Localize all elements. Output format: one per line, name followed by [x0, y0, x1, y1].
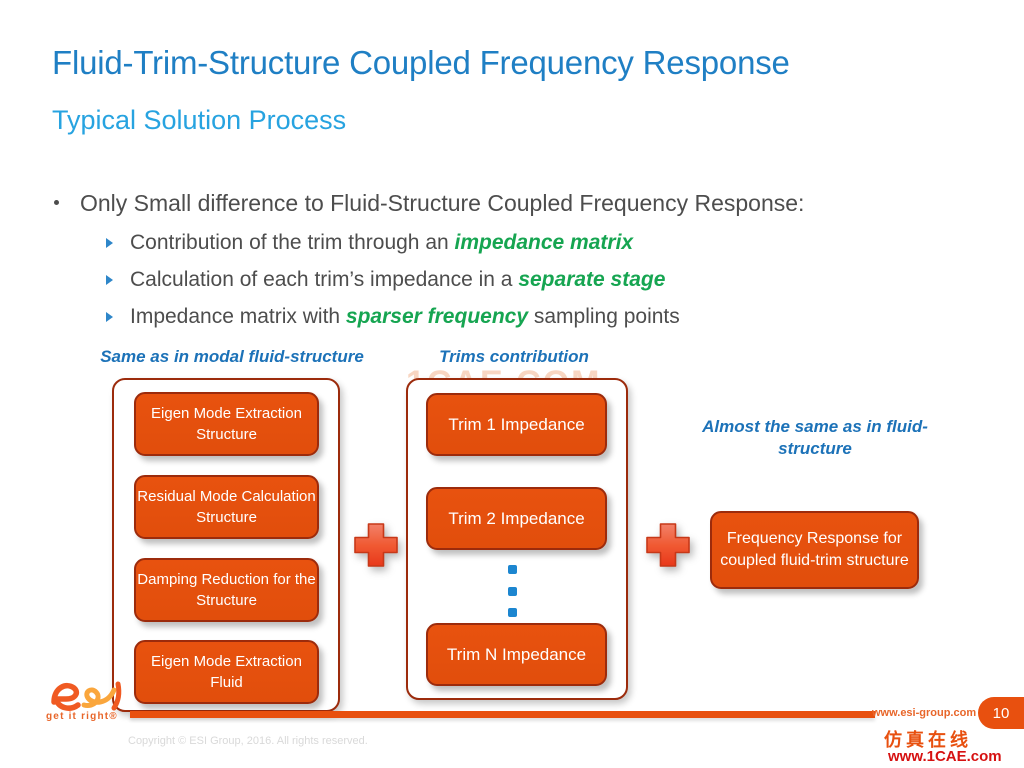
bullet-main-label: Only Small difference to Fluid-Structure…: [80, 190, 805, 216]
sub-bullet-list: Contribution of the trim through an impe…: [48, 224, 998, 335]
sub-bullet-2-emphasis: separate stage: [518, 268, 666, 291]
vertical-ellipsis-icon: [505, 565, 519, 617]
copyright-text: Copyright © ESI Group, 2016. All rights …: [128, 735, 368, 747]
sub-bullet-3: Impedance matrix with sparser frequency …: [104, 298, 998, 335]
structure-box-eigen-mode-structure[interactable]: Eigen Mode Extraction Structure: [134, 392, 319, 456]
plus-operator-icon-2: [645, 522, 691, 568]
structure-box-damping-reduction[interactable]: Damping Reduction for the Structure: [134, 558, 319, 622]
sub-bullet-1-emphasis: impedance matrix: [454, 231, 634, 254]
website-link[interactable]: www.esi-group.com: [872, 707, 976, 719]
triangle-bullet-icon: [106, 275, 113, 285]
sub-bullet-1: Contribution of the trim through an impe…: [104, 224, 998, 261]
page-title: Fluid-Trim-Structure Coupled Frequency R…: [52, 44, 790, 81]
sub-bullet-3-pre: Impedance matrix with: [130, 305, 346, 328]
bullet-main: Only Small difference to Fluid-Structure…: [48, 188, 998, 218]
bullet-dot-icon: [54, 200, 59, 205]
trim-box-2[interactable]: Trim 2 Impedance: [426, 487, 607, 550]
sub-bullet-1-pre: Contribution of the trim through an: [130, 231, 455, 254]
slide-canvas: Fluid-Trim-Structure Coupled Frequency R…: [0, 0, 1024, 768]
structure-box-residual-mode[interactable]: Residual Mode Calculation Structure: [134, 475, 319, 539]
diagram-label-middle: Trims contribution: [439, 347, 589, 366]
sub-bullet-2: Calculation of each trim’s impedance in …: [104, 261, 998, 298]
sub-bullet-3-emphasis: sparser frequency: [345, 305, 529, 328]
sub-bullet-2-pre: Calculation of each trim’s impedance in …: [130, 268, 519, 291]
page-number-badge: 10: [978, 697, 1024, 729]
diagram-label-right: Almost the same as in fluid-structure: [702, 417, 928, 458]
sub-bullet-3-post: sampling points: [528, 305, 680, 328]
esi-logo-tagline: get it right®: [46, 711, 118, 722]
structure-box-eigen-mode-fluid[interactable]: Eigen Mode Extraction Fluid: [134, 640, 319, 704]
triangle-bullet-icon: [106, 238, 113, 248]
plus-operator-icon-1: [353, 522, 399, 568]
trim-box-n[interactable]: Trim N Impedance: [426, 623, 607, 686]
bullet-list: Only Small difference to Fluid-Structure…: [48, 188, 998, 335]
diagram-label-left: Same as in modal fluid-structure: [100, 347, 364, 366]
triangle-bullet-icon: [106, 312, 113, 322]
page-subtitle: Typical Solution Process: [52, 105, 347, 135]
footer-rule: [130, 711, 875, 718]
watermark-cn-url: www.1CAE.com: [888, 748, 1002, 765]
result-box-frequency-response[interactable]: Frequency Response for coupled fluid-tri…: [710, 511, 919, 589]
trim-box-1[interactable]: Trim 1 Impedance: [426, 393, 607, 456]
